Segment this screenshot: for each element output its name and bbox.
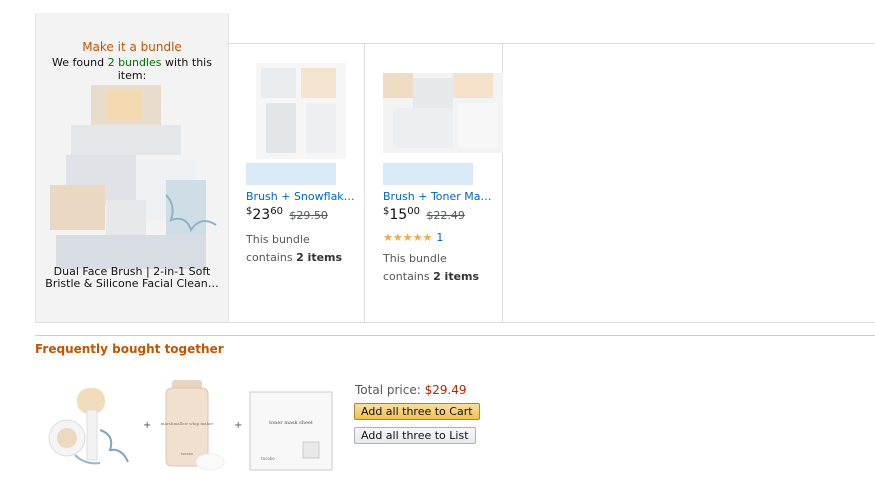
star-rating-icon: ★★★★★ [383,231,433,244]
main-product-name[interactable]: Dual Face Brush | 2-in-1 Soft Bristle & … [44,266,220,290]
product-2-brand: tocobo [181,452,193,456]
bundle-2-old-price: $22.49 [426,209,465,222]
bundle-panel: Make it a bundle We found 2 bundles with… [35,13,229,323]
bundle-found-text: We found 2 bundles with this item: [46,56,218,82]
divider-bottom [35,322,875,323]
bundle-2-image[interactable] [383,63,503,159]
fbt-product-1-image[interactable] [45,380,135,475]
contains-count: 2 items [433,270,480,283]
bundle-2-contains: This bundle contains 2 items [383,250,493,286]
main-product-image[interactable] [46,85,218,271]
total-label: Total price: [355,383,421,397]
product-3-brand: tocobo [261,456,275,461]
found-prefix: We found [52,56,105,69]
bundle-1-price: $2360 $29.50 [246,206,328,223]
bundle-2-rating[interactable]: ★★★★★ 1 [383,231,443,244]
fbt-product-2-image[interactable]: marshmallow whip maker tocobo [158,380,228,475]
fbt-total: Total price: $29.49 [355,383,467,397]
add-all-to-list-button[interactable]: Add all three to List [354,427,476,444]
price-fraction: 00 [407,206,420,217]
bundle-2-blurred-label [383,163,473,185]
bundle-1-contains: This bundle contains 2 items [246,231,356,267]
bundle-1-name[interactable]: Brush + Snowflak… [246,190,364,203]
bundle-1-old-price: $29.50 [289,209,328,222]
section-divider [35,335,875,336]
currency-symbol: $ [383,206,390,217]
total-price: $29.49 [424,383,467,397]
column-divider-1 [364,43,365,323]
contains-count: 2 items [296,251,343,264]
plus-icon-1: + [143,420,152,431]
bundle-title: Make it a bundle [82,40,182,54]
bundle-1-blurred-label [246,163,336,185]
rating-count[interactable]: 1 [436,231,443,244]
product-2-label: marshmallow whip maker [161,421,214,426]
bundle-2-name[interactable]: Brush + Toner Ma… [383,190,501,203]
price-whole: 23 [252,207,271,223]
bundles-count-link[interactable]: 2 bundles [108,56,162,69]
divider-top [227,43,875,44]
price-whole: 15 [389,207,408,223]
bundle-2-price: $1500 $22.49 [383,206,465,223]
bundle-1-image[interactable] [246,63,351,159]
currency-symbol: $ [246,206,253,217]
fbt-title: Frequently bought together [35,342,224,356]
price-fraction: 60 [270,206,283,217]
plus-icon-2: + [234,420,243,431]
add-all-to-cart-button[interactable]: Add all three to Cart [354,403,480,420]
fbt-product-3-image[interactable]: toner mask sheet tocobo [248,380,335,475]
product-3-label: toner mask sheet [269,420,313,426]
